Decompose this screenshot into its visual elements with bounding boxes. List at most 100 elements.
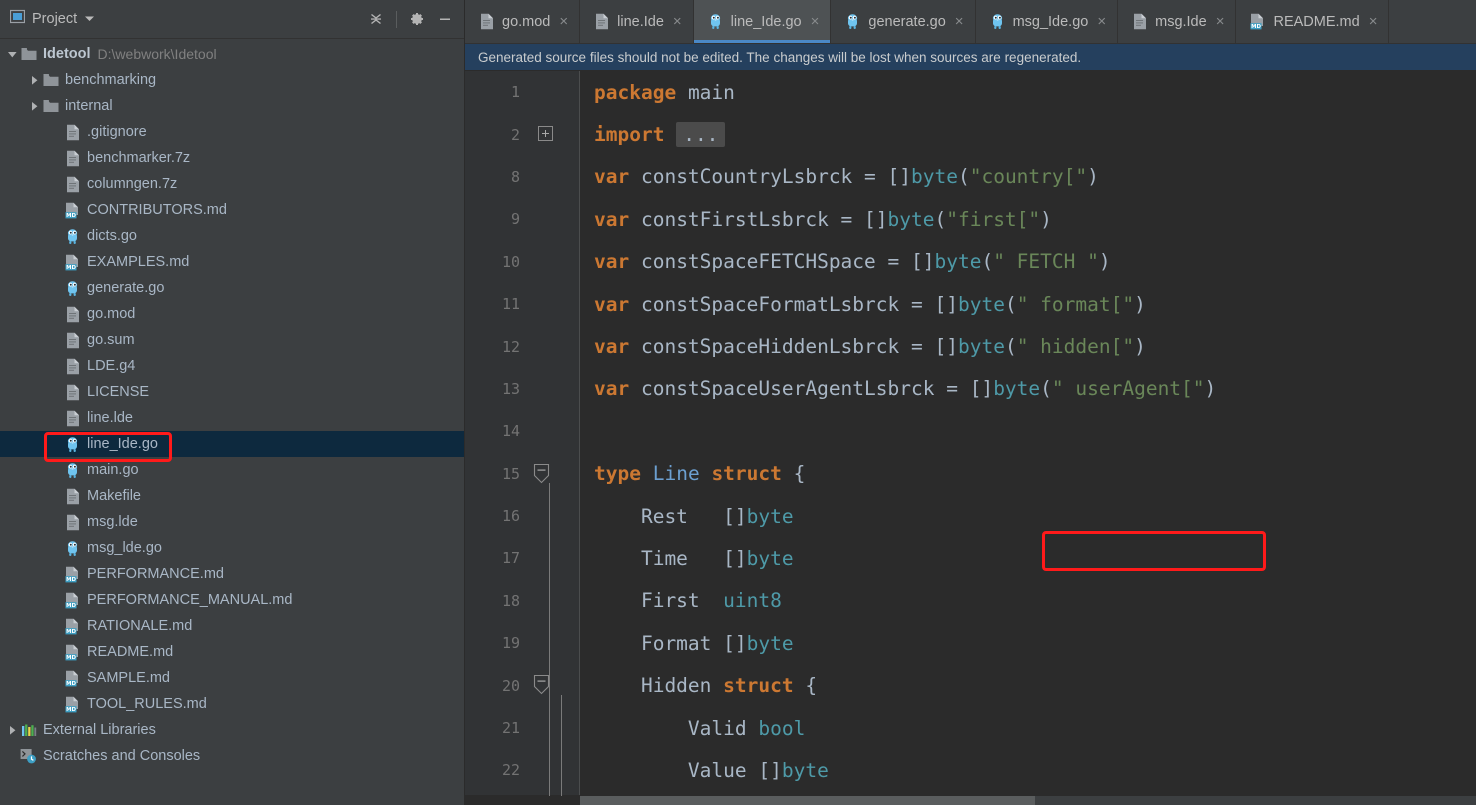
svg-text:MD: MD bbox=[66, 655, 76, 661]
code-token: Value [] bbox=[594, 758, 782, 782]
editor-tab[interactable]: generate.go × bbox=[831, 0, 976, 43]
code-line[interactable]: 20 Hidden struct { bbox=[465, 664, 1476, 706]
tree-row[interactable]: go.mod bbox=[0, 301, 464, 327]
code-line[interactable]: 9 var constFirstLsbrck = []byte("first[") bbox=[465, 198, 1476, 240]
tree-row[interactable]: LDE.g4 bbox=[0, 353, 464, 379]
expand-fold-icon[interactable] bbox=[538, 126, 553, 142]
code-line[interactable]: 18 First uint8 bbox=[465, 580, 1476, 622]
chevron-right-icon[interactable] bbox=[26, 72, 42, 88]
close-icon[interactable]: × bbox=[811, 14, 820, 29]
tree-row[interactable]: benchmarker.7z bbox=[0, 145, 464, 171]
file-icon bbox=[64, 410, 81, 427]
tree-row[interactable]: go.sum bbox=[0, 327, 464, 353]
code-token: ) bbox=[1087, 165, 1099, 189]
tree-row[interactable]: main.go bbox=[0, 457, 464, 483]
code-line[interactable]: 13 var constSpaceUserAgentLsbrck = []byte… bbox=[465, 368, 1476, 410]
code-line[interactable]: 17 Time []byte bbox=[465, 537, 1476, 579]
tree-row[interactable]: MD RATIONALE.md bbox=[0, 613, 464, 639]
code-line[interactable]: 14 bbox=[465, 410, 1476, 452]
code-line[interactable]: 8 var constCountryLsbrck = []byte("countr… bbox=[465, 156, 1476, 198]
editor-tab[interactable]: msg_Ide.go × bbox=[975, 0, 1119, 43]
tree-row[interactable]: msg.lde bbox=[0, 509, 464, 535]
editor-tab[interactable]: msg.Ide × bbox=[1118, 0, 1237, 43]
code-line[interactable]: 2 import ... bbox=[465, 113, 1476, 155]
gear-icon[interactable] bbox=[404, 6, 430, 32]
code-line[interactable]: 12 var constSpaceHiddenLsbrck = []byte(" … bbox=[465, 325, 1476, 367]
editor-tab-active[interactable]: line_Ide.go × bbox=[693, 0, 832, 43]
code-line[interactable]: 10 var constSpaceFETCHSpace = []byte(" FE… bbox=[465, 241, 1476, 283]
fold-gutter-cell bbox=[520, 495, 580, 537]
minimize-icon[interactable] bbox=[432, 6, 458, 32]
tree-row[interactable]: benchmarking bbox=[0, 67, 464, 93]
code-editor[interactable]: 1 package main 2 import ... 8 var constCountr… bbox=[465, 71, 1476, 805]
fold-gutter-cell bbox=[520, 71, 580, 113]
tree-item-path: D:\webwork\Idetool bbox=[97, 46, 217, 62]
chevron-right-icon[interactable] bbox=[4, 722, 20, 738]
tree-row[interactable]: Idetool D:\webwork\Idetool bbox=[0, 41, 464, 67]
tree-row[interactable]: MD PERFORMANCE_MANUAL.md bbox=[0, 587, 464, 613]
tree-row[interactable]: dicts.go bbox=[0, 223, 464, 249]
close-icon[interactable]: × bbox=[1369, 14, 1378, 29]
collapse-all-icon[interactable] bbox=[363, 6, 389, 32]
file-icon bbox=[64, 176, 81, 193]
close-icon[interactable]: × bbox=[1097, 14, 1106, 29]
collapse-fold-icon[interactable] bbox=[532, 463, 552, 485]
project-file-tree[interactable]: Idetool D:\webwork\Idetool benchmarking int… bbox=[0, 39, 464, 805]
close-icon[interactable]: × bbox=[1216, 14, 1225, 29]
tree-row[interactable]: MD PERFORMANCE.md bbox=[0, 561, 464, 587]
close-icon[interactable]: × bbox=[559, 14, 568, 29]
code-line[interactable]: 19 Format []byte bbox=[465, 622, 1476, 664]
code-line[interactable]: 22 Value []byte bbox=[465, 749, 1476, 791]
fold-gutter-cell bbox=[520, 241, 580, 283]
close-icon[interactable]: × bbox=[673, 14, 682, 29]
fold-gutter-cell[interactable] bbox=[520, 664, 580, 706]
chevron-down-icon[interactable] bbox=[84, 10, 95, 28]
fold-gutter-cell[interactable] bbox=[520, 113, 580, 155]
fold-gutter-cell bbox=[520, 580, 580, 622]
editor-tab-bar[interactable]: go.mod × line.Ide × line_Ide.go × generate.go ×… bbox=[465, 0, 1476, 44]
markdown-icon: MD bbox=[64, 696, 81, 713]
tree-row[interactable]: MD EXAMPLES.md bbox=[0, 249, 464, 275]
folded-code-placeholder[interactable]: ... bbox=[676, 122, 726, 148]
code-token: constSpaceUserAgentLsbrck = [] bbox=[629, 377, 994, 401]
tree-row[interactable]: .gitignore bbox=[0, 119, 464, 145]
tree-item-label: README.md bbox=[87, 644, 174, 660]
tree-row[interactable]: MD TOOL_RULES.md bbox=[0, 691, 464, 717]
scrollbar-thumb[interactable] bbox=[580, 796, 1035, 805]
code-line[interactable]: 16 Rest []byte bbox=[465, 495, 1476, 537]
tree-row[interactable]: Makefile bbox=[0, 483, 464, 509]
close-icon[interactable]: × bbox=[955, 14, 964, 29]
editor-tab[interactable]: MD README.md × bbox=[1236, 0, 1390, 43]
code-line[interactable]: 15 type Line struct { bbox=[465, 453, 1476, 495]
code-line[interactable]: 1 package main bbox=[465, 71, 1476, 113]
tree-row[interactable]: internal bbox=[0, 93, 464, 119]
editor-tab[interactable]: line.Ide × bbox=[580, 0, 694, 43]
markdown-icon: MD bbox=[64, 254, 81, 271]
fold-gutter-cell[interactable] bbox=[520, 453, 580, 495]
code-line[interactable]: 21 Valid bool bbox=[465, 707, 1476, 749]
tree-row[interactable]: External Libraries bbox=[0, 717, 464, 743]
go-icon bbox=[64, 280, 81, 297]
tree-row[interactable]: MD README.md bbox=[0, 639, 464, 665]
chevron-down-icon[interactable] bbox=[4, 46, 20, 62]
code-line[interactable]: 11 var constSpaceFormatLsbrck = []byte(" … bbox=[465, 283, 1476, 325]
tree-row[interactable]: LICENSE bbox=[0, 379, 464, 405]
tree-row[interactable]: msg_lde.go bbox=[0, 535, 464, 561]
editor-tab[interactable]: go.mod × bbox=[465, 0, 581, 43]
horizontal-scrollbar[interactable] bbox=[465, 795, 1476, 805]
tree-row[interactable]: MD SAMPLE.md bbox=[0, 665, 464, 691]
tree-row[interactable]: line.lde bbox=[0, 405, 464, 431]
project-title-dropdown[interactable]: Project bbox=[9, 9, 95, 29]
tree-row[interactable]: columngen.7z bbox=[0, 171, 464, 197]
tree-row[interactable]: Scratches and Consoles bbox=[0, 743, 464, 769]
tree-row-selected[interactable]: line_Ide.go bbox=[0, 431, 464, 457]
tree-row[interactable]: MD CONTRIBUTORS.md bbox=[0, 197, 464, 223]
tree-row[interactable]: generate.go bbox=[0, 275, 464, 301]
chevron-right-icon[interactable] bbox=[26, 98, 42, 114]
code-lines-container[interactable]: 1 package main 2 import ... 8 var constCountr… bbox=[465, 71, 1476, 805]
